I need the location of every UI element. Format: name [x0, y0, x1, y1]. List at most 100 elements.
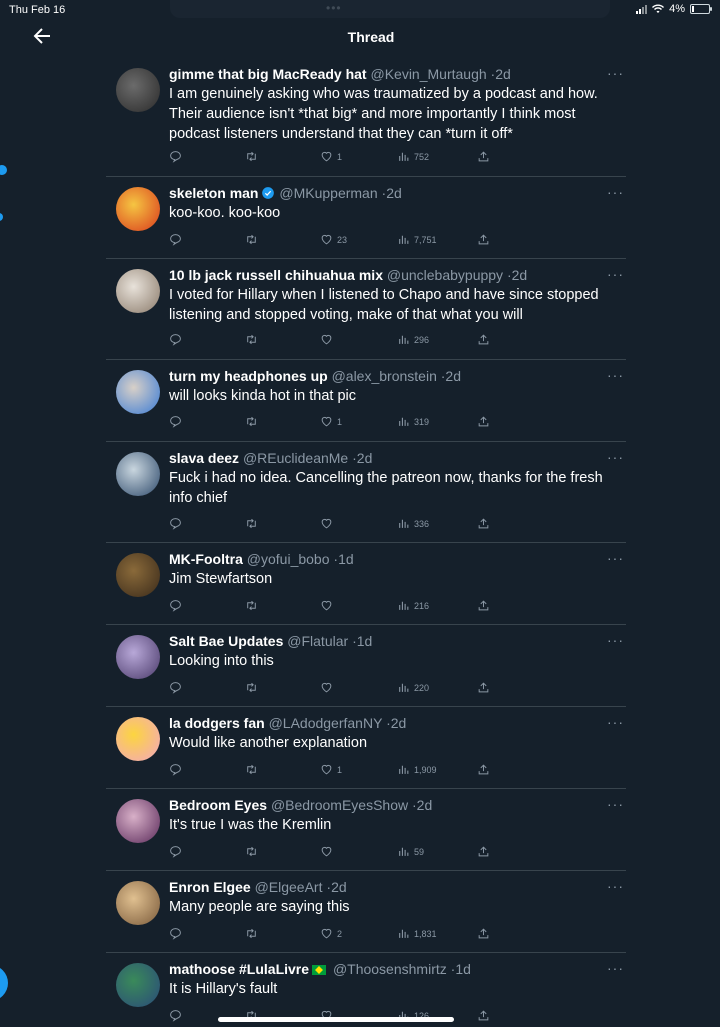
display-name[interactable]: 10 lb jack russell chihuahua mix	[169, 267, 383, 283]
tweet-time[interactable]: 2d	[386, 185, 402, 201]
views-button[interactable]: 59	[397, 845, 424, 858]
avatar[interactable]	[116, 68, 160, 112]
share-button[interactable]	[477, 845, 490, 858]
user-handle[interactable]: @Thoosenshmirtz	[333, 961, 447, 977]
reply-button[interactable]	[169, 150, 182, 163]
avatar[interactable]	[116, 717, 160, 761]
more-options-icon[interactable]: ···	[607, 266, 624, 282]
user-handle[interactable]: @yofui_bobo	[247, 551, 330, 567]
like-button[interactable]	[320, 599, 337, 612]
views-button[interactable]: 220	[397, 681, 429, 694]
more-options-icon[interactable]: ···	[607, 367, 624, 383]
tweet-time[interactable]: 2d	[417, 797, 433, 813]
share-button[interactable]	[477, 333, 490, 346]
views-button[interactable]: 752	[397, 150, 429, 163]
display-name[interactable]: Salt Bae Updates	[169, 633, 283, 649]
reply-button[interactable]	[169, 1009, 182, 1022]
retweet-button[interactable]	[245, 845, 258, 858]
share-button[interactable]	[477, 517, 490, 530]
retweet-button[interactable]	[245, 681, 258, 694]
retweet-button[interactable]	[245, 333, 258, 346]
reply-button[interactable]	[169, 763, 182, 776]
views-button[interactable]: 319	[397, 415, 429, 428]
display-name[interactable]: Enron Elgee	[169, 879, 251, 895]
user-handle[interactable]: @REuclideanMe	[243, 450, 348, 466]
avatar[interactable]	[116, 370, 160, 414]
tweet-time[interactable]: 2d	[331, 879, 347, 895]
share-button[interactable]	[477, 681, 490, 694]
display-name[interactable]: turn my headphones up	[169, 368, 328, 384]
views-button[interactable]: 1,909	[397, 763, 437, 776]
reply-button[interactable]	[169, 599, 182, 612]
display-name[interactable]: slava deez	[169, 450, 239, 466]
views-button[interactable]: 1,831	[397, 927, 437, 940]
tweet[interactable]: Bedroom Eyes @BedroomEyesShow ·2d ··· It…	[106, 789, 626, 871]
display-name[interactable]: gimme that big MacReady hat	[169, 66, 367, 82]
avatar[interactable]	[116, 553, 160, 597]
more-options-icon[interactable]: ···	[607, 960, 624, 976]
reply-button[interactable]	[169, 233, 182, 246]
display-name[interactable]: Bedroom Eyes	[169, 797, 267, 813]
user-handle[interactable]: @BedroomEyesShow	[271, 797, 408, 813]
home-indicator[interactable]	[218, 1017, 454, 1022]
retweet-button[interactable]	[245, 517, 258, 530]
tweet-time[interactable]: 1d	[338, 551, 354, 567]
share-button[interactable]	[477, 1009, 490, 1022]
reply-button[interactable]	[169, 333, 182, 346]
share-button[interactable]	[477, 599, 490, 612]
more-options-icon[interactable]: ···	[607, 632, 624, 648]
like-button[interactable]: 2	[320, 927, 342, 940]
tweet-time[interactable]: 1d	[357, 633, 373, 649]
views-button[interactable]: 336	[397, 517, 429, 530]
tweet[interactable]: slava deez @REuclideanMe ·2d ··· Fuck i …	[106, 442, 626, 543]
share-button[interactable]	[477, 763, 490, 776]
tweet-time[interactable]: 2d	[495, 66, 511, 82]
retweet-button[interactable]	[245, 763, 258, 776]
tweet-time[interactable]: 2d	[391, 715, 407, 731]
like-button[interactable]	[320, 517, 337, 530]
display-name[interactable]: la dodgers fan	[169, 715, 265, 731]
like-button[interactable]	[320, 845, 337, 858]
reply-button[interactable]	[169, 415, 182, 428]
user-handle[interactable]: @MKupperman	[279, 185, 377, 201]
tweet[interactable]: Enron Elgee @ElgeeArt ·2d ··· Many peopl…	[106, 871, 626, 953]
more-options-icon[interactable]: ···	[607, 65, 624, 81]
reply-button[interactable]	[169, 845, 182, 858]
reply-button[interactable]	[169, 517, 182, 530]
tweet[interactable]: Salt Bae Updates @Flatular ·1d ··· Looki…	[106, 625, 626, 707]
tweet-time[interactable]: 1d	[455, 961, 471, 977]
display-name[interactable]: skeleton man	[169, 185, 258, 201]
tweet-time[interactable]: 2d	[512, 267, 528, 283]
tweet[interactable]: la dodgers fan @LAdodgerfanNY ·2d ··· Wo…	[106, 707, 626, 789]
views-button[interactable]: 216	[397, 599, 429, 612]
retweet-button[interactable]	[245, 599, 258, 612]
user-handle[interactable]: @Flatular	[287, 633, 348, 649]
share-button[interactable]	[477, 150, 490, 163]
more-options-icon[interactable]: ···	[607, 184, 624, 200]
like-button[interactable]	[320, 333, 337, 346]
like-button[interactable]: 1	[320, 763, 342, 776]
like-button[interactable]: 23	[320, 233, 347, 246]
like-button[interactable]	[320, 681, 337, 694]
more-options-icon[interactable]: ···	[607, 878, 624, 894]
more-options-icon[interactable]: ···	[607, 796, 624, 812]
avatar[interactable]	[116, 635, 160, 679]
like-button[interactable]: 1	[320, 150, 342, 163]
retweet-button[interactable]	[245, 415, 258, 428]
avatar[interactable]	[116, 452, 160, 496]
tweet-time[interactable]: 2d	[357, 450, 373, 466]
tweet[interactable]: gimme that big MacReady hat @Kevin_Murta…	[106, 58, 626, 177]
like-button[interactable]: 1	[320, 415, 342, 428]
share-button[interactable]	[477, 927, 490, 940]
user-handle[interactable]: @LAdodgerfanNY	[269, 715, 383, 731]
share-button[interactable]	[477, 233, 490, 246]
avatar[interactable]	[116, 187, 160, 231]
avatar[interactable]	[116, 799, 160, 843]
user-handle[interactable]: @ElgeeArt	[255, 879, 323, 895]
reply-button[interactable]	[169, 681, 182, 694]
user-handle[interactable]: @Kevin_Murtaugh	[370, 66, 486, 82]
views-button[interactable]: 296	[397, 333, 429, 346]
tweet[interactable]: MK-Fooltra @yofui_bobo ·1d ··· Jim Stewf…	[106, 543, 626, 625]
tweet[interactable]: skeleton man @MKupperman ·2d ··· koo-koo…	[106, 177, 626, 259]
tweet[interactable]: turn my headphones up @alex_bronstein ·2…	[106, 360, 626, 442]
